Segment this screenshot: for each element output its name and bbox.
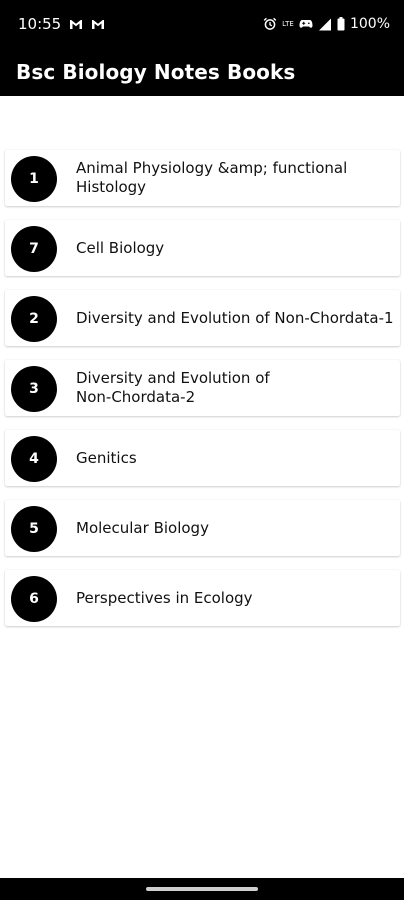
- lte-icon: LTE: [282, 19, 294, 28]
- list-item[interactable]: 6 Perspectives in Ecology: [5, 570, 400, 626]
- status-left: 10:55: [18, 14, 105, 34]
- signal-icon: [318, 17, 332, 31]
- list-item[interactable]: 3 Diversity and Evolution of Non-Chordat…: [5, 360, 400, 416]
- gamepad-icon: [299, 17, 313, 31]
- list-item-label: Cell Biology: [76, 238, 165, 257]
- number-badge: 6: [11, 576, 57, 622]
- navigation-bar: [0, 878, 404, 900]
- list-item[interactable]: 2 Diversity and Evolution of Non-Chordat…: [5, 290, 400, 346]
- list-item[interactable]: 5 Molecular Biology: [5, 500, 400, 556]
- number-badge: 1: [11, 156, 57, 202]
- list-item[interactable]: 1 Animal Physiology &amp; functional His…: [5, 150, 400, 206]
- number-badge: 4: [11, 436, 57, 482]
- list-item[interactable]: 4 Genitics: [5, 430, 400, 486]
- list-item-label: Molecular Biology: [76, 518, 209, 537]
- list-item-label: Diversity and Evolution of Non-Chordata-…: [76, 308, 394, 327]
- status-bar: 10:55 LTE 100%: [0, 0, 404, 48]
- status-right: LTE 100%: [263, 14, 390, 34]
- list-item[interactable]: 7 Cell Biology: [5, 220, 400, 276]
- number-badge: 3: [11, 366, 57, 412]
- number-badge: 5: [11, 506, 57, 552]
- gmail-icon: [91, 17, 105, 31]
- list-item-label: Animal Physiology &amp; functional Histo…: [76, 159, 348, 196]
- page-title: Bsc Biology Notes Books: [16, 60, 296, 84]
- battery-percent: 100%: [349, 16, 390, 32]
- number-badge: 7: [11, 226, 57, 272]
- status-time: 10:55: [18, 15, 62, 33]
- app-bar: Bsc Biology Notes Books: [0, 48, 404, 96]
- gmail-icon: [69, 17, 83, 31]
- list-item-label: Diversity and Evolution of Non-Chordata-…: [76, 369, 270, 406]
- number-badge: 2: [11, 296, 57, 342]
- list-item-label: Genitics: [76, 448, 137, 467]
- alarm-icon: [263, 17, 277, 31]
- battery-icon: [337, 17, 345, 31]
- home-gesture-handle[interactable]: [146, 887, 258, 891]
- list-item-label: Perspectives in Ecology: [76, 588, 253, 607]
